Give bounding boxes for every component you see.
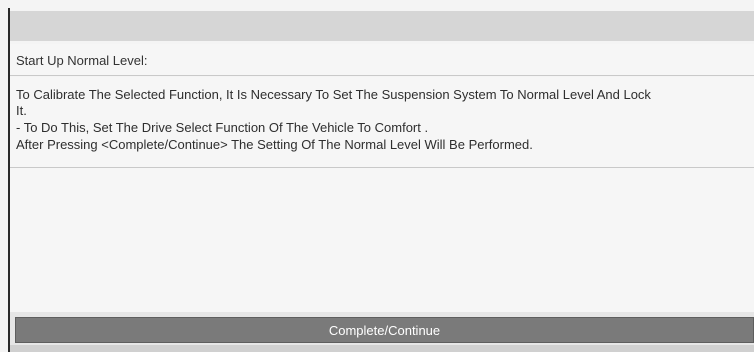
empty-content-area	[10, 168, 754, 312]
instructions-panel: To Calibrate The Selected Function, It I…	[10, 77, 754, 168]
title-bar	[10, 11, 754, 41]
instruction-line-2: It.	[16, 103, 27, 118]
bottom-strip	[10, 345, 754, 352]
instruction-line-3: - To Do This, Set The Drive Select Funct…	[16, 120, 429, 135]
complete-continue-button[interactable]: Complete/Continue	[15, 317, 754, 343]
section-title: Start Up Normal Level:	[16, 53, 148, 68]
instruction-line-1: To Calibrate The Selected Function, It I…	[16, 87, 651, 102]
section-header: Start Up Normal Level:	[10, 44, 754, 76]
instruction-line-4: After Pressing <Complete/Continue> The S…	[16, 137, 533, 152]
